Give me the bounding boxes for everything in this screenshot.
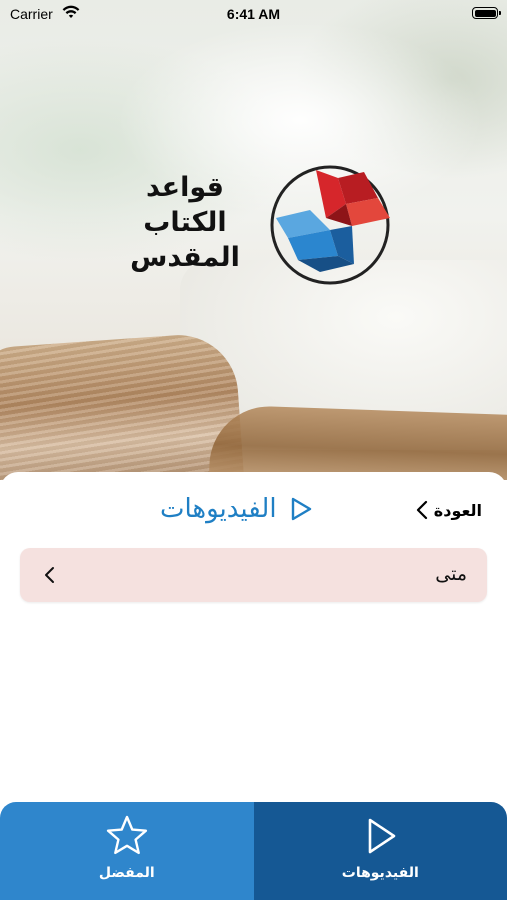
back-button[interactable]: العودة bbox=[416, 497, 482, 523]
tab-videos[interactable]: الفيديوهات bbox=[253, 802, 507, 900]
open-book-logo-icon bbox=[270, 165, 390, 285]
logo-line: المقدس bbox=[130, 242, 240, 273]
nav-header: العودة الفيديوهات bbox=[0, 472, 507, 544]
chevron-left-icon bbox=[416, 500, 427, 520]
book-edge-decoration bbox=[208, 404, 507, 480]
page-title-text: الفيديوهات bbox=[160, 494, 277, 524]
logo-line: قواعد bbox=[146, 172, 224, 203]
play-icon bbox=[368, 818, 396, 854]
battery-icon bbox=[472, 7, 501, 19]
book-edge-decoration bbox=[0, 331, 246, 480]
tab-favorites-label: المفضل bbox=[98, 865, 155, 881]
app-logo: قواعد الكتاب المقدس bbox=[110, 160, 400, 290]
tab-bar: المفضل الفيديوهات bbox=[0, 802, 507, 900]
status-bar: Carrier 6:41 AM bbox=[0, 0, 507, 28]
page-title: الفيديوهات bbox=[160, 490, 313, 528]
tab-favorites[interactable]: المفضل bbox=[0, 802, 254, 900]
chevron-left-icon bbox=[45, 567, 54, 583]
star-icon bbox=[106, 815, 147, 855]
logo-line: الكتاب bbox=[143, 207, 227, 238]
logo-wordmark: قواعد الكتاب المقدس bbox=[110, 170, 260, 275]
clock-label: 6:41 AM bbox=[226, 6, 281, 22]
list-item[interactable]: متى bbox=[20, 548, 487, 602]
content-sheet: العودة الفيديوهات متى bbox=[0, 472, 507, 802]
tab-videos-label: الفيديوهات bbox=[341, 865, 419, 881]
play-icon bbox=[291, 497, 311, 521]
list-item-label: متى bbox=[435, 563, 467, 585]
back-label: العودة bbox=[433, 500, 482, 520]
